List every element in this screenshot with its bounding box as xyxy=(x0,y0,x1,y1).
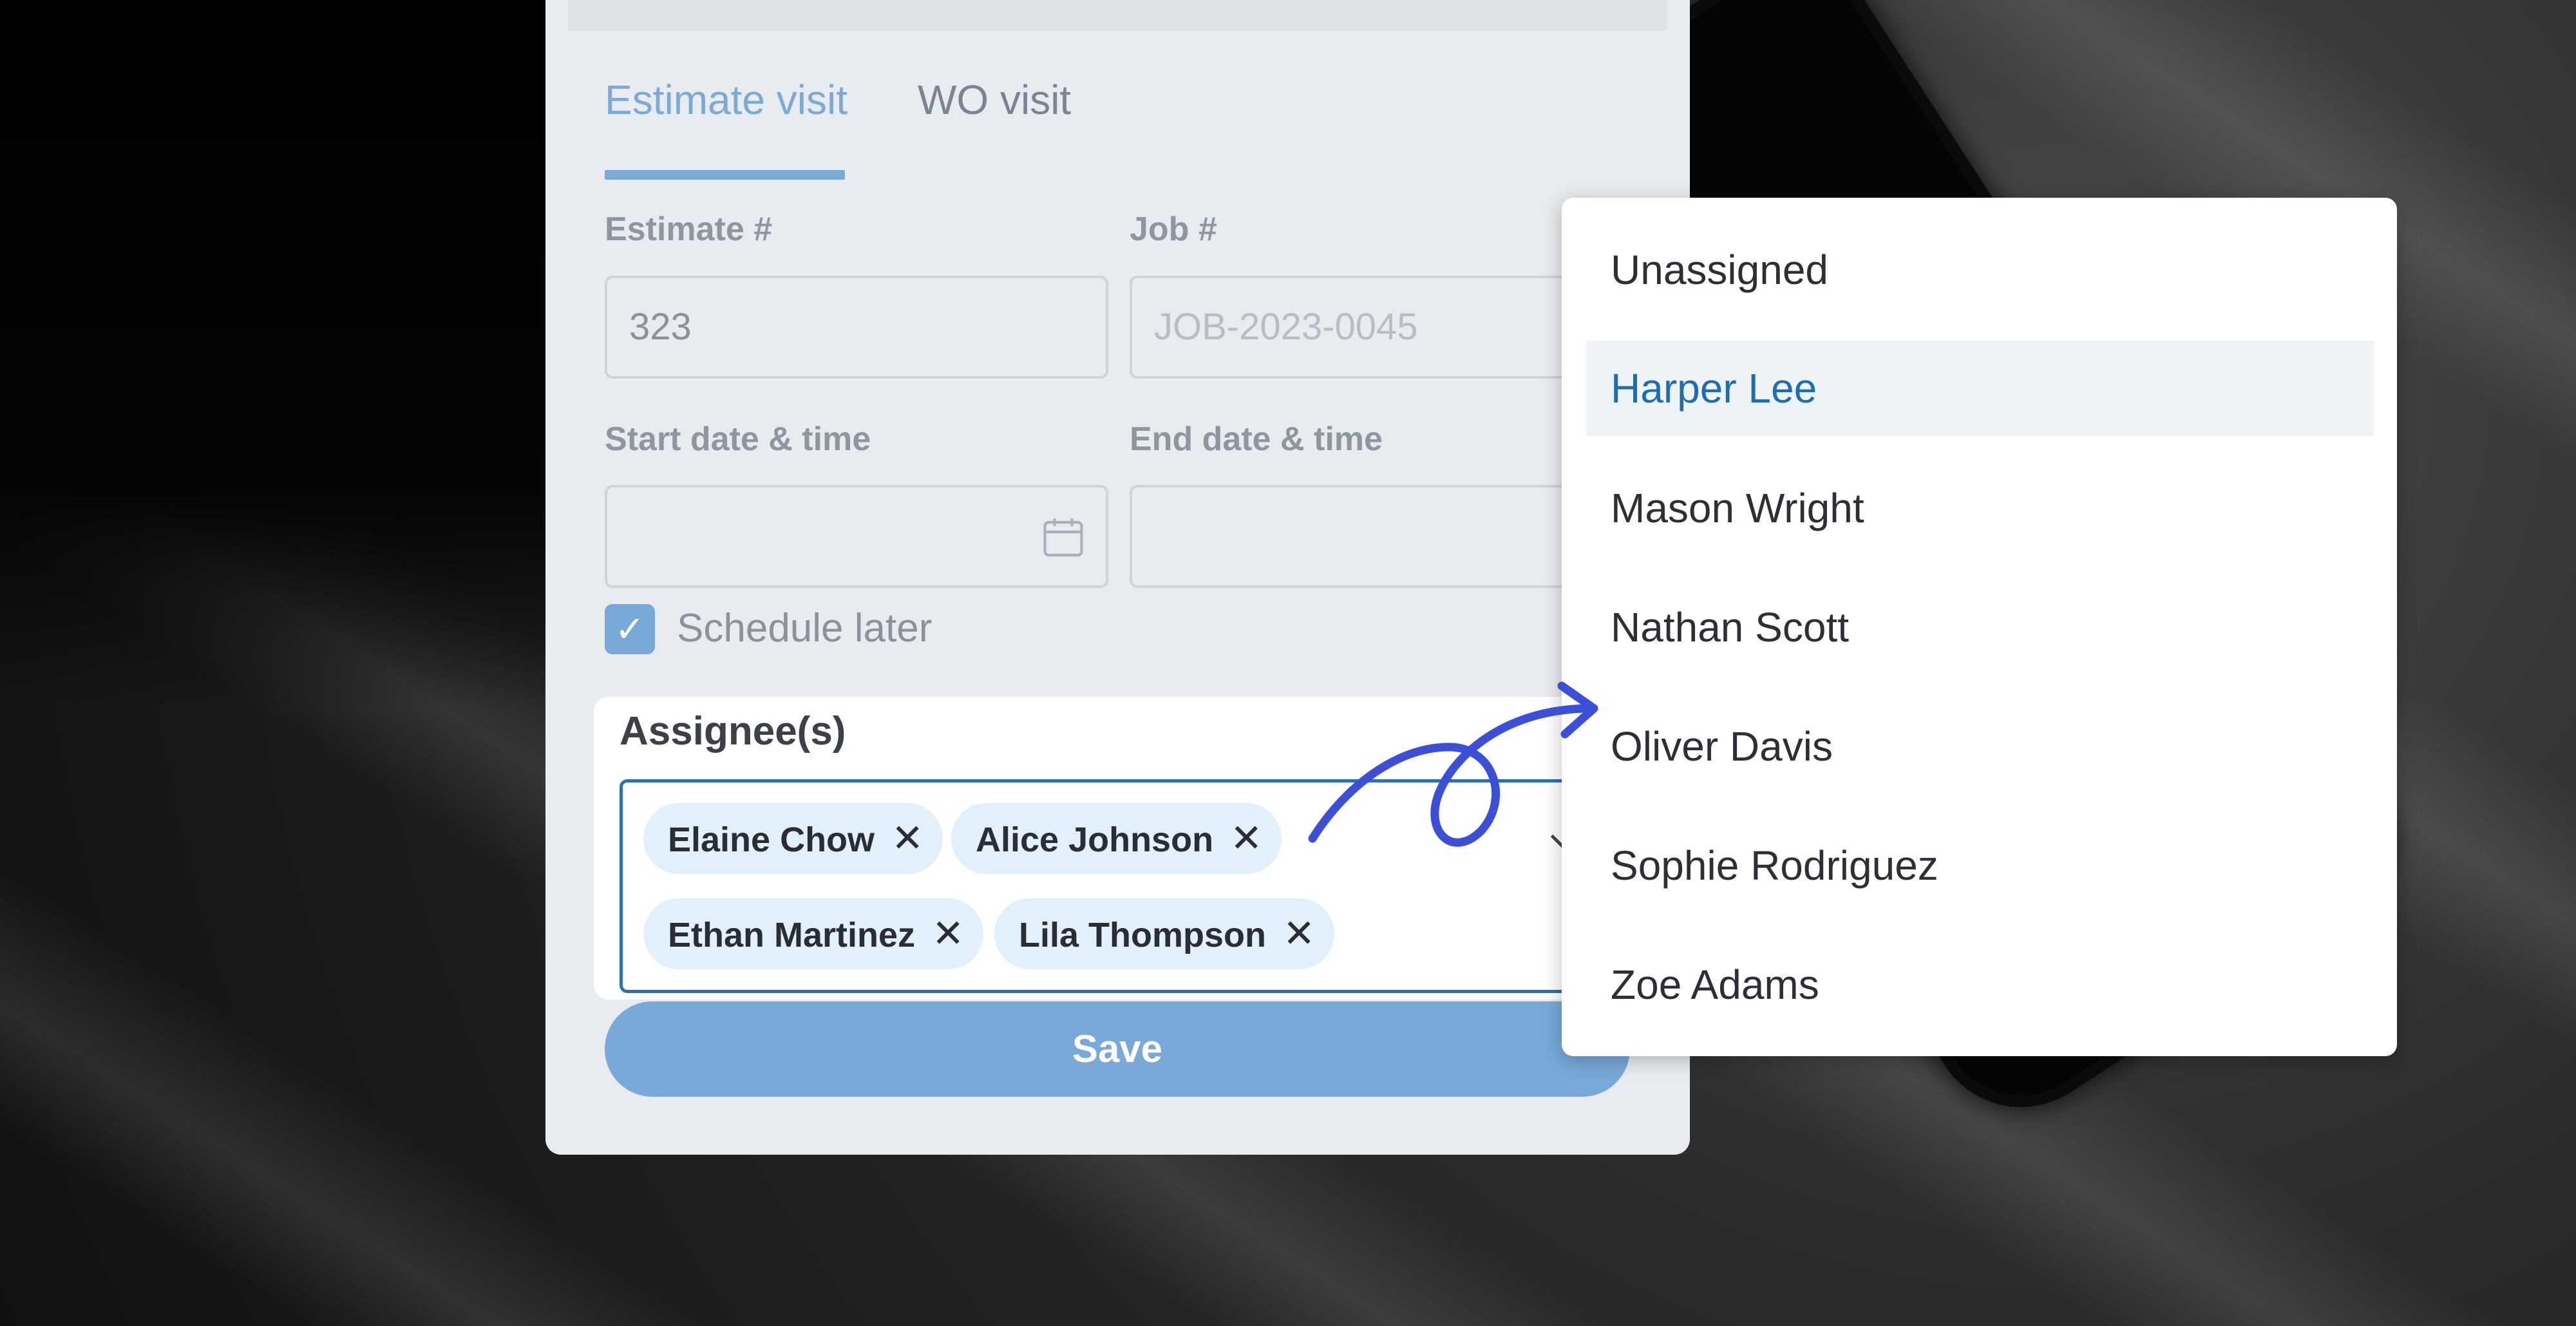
active-tab-indicator xyxy=(605,170,845,180)
dropdown-option-nathan-scott[interactable]: Nathan Scott xyxy=(1586,580,2374,675)
dropdown-option-sophie-rodriguez[interactable]: Sophie Rodriguez xyxy=(1586,818,2374,913)
close-icon[interactable]: ✕ xyxy=(1283,898,1315,969)
card-top-bar xyxy=(568,0,1667,31)
start-date-label: Start date & time xyxy=(605,421,871,458)
estimate-number-input[interactable]: 323 xyxy=(605,276,1108,379)
assignee-chip: Alice Johnson ✕ xyxy=(951,803,1282,874)
close-icon[interactable]: ✕ xyxy=(932,898,964,969)
tab-wo-visit[interactable]: WO visit xyxy=(918,76,1071,124)
job-number-input[interactable]: JOB-2023-0045 xyxy=(1130,276,1580,379)
dropdown-option-mason-wright[interactable]: Mason Wright xyxy=(1586,460,2374,556)
dropdown-option-harper-lee[interactable]: Harper Lee xyxy=(1586,341,2374,436)
calendar-icon[interactable] xyxy=(1040,515,1086,561)
job-number-label: Job # xyxy=(1130,211,1217,248)
start-date-input[interactable] xyxy=(605,485,1108,588)
chip-label: Lila Thompson xyxy=(1019,916,1266,954)
assignee-label: Assignee(s) xyxy=(620,709,846,753)
close-icon[interactable]: ✕ xyxy=(1230,803,1262,874)
dropdown-option-zoe-adams[interactable]: Zoe Adams xyxy=(1586,937,2374,1032)
tab-estimate-visit[interactable]: Estimate visit xyxy=(605,76,848,124)
assignee-chip: Elaine Chow ✕ xyxy=(643,803,943,874)
end-date-label: End date & time xyxy=(1130,421,1383,458)
save-button[interactable]: Save xyxy=(605,1001,1630,1097)
background-shadow xyxy=(0,0,547,708)
estimate-number-label: Estimate # xyxy=(605,211,773,248)
check-icon: ✓ xyxy=(614,609,645,649)
schedule-later-label: Schedule later xyxy=(677,606,933,650)
assignee-dropdown-menu: Unassigned Harper Lee Mason Wright Natha… xyxy=(1562,198,2397,1056)
chip-label: Ethan Martinez xyxy=(668,916,916,954)
assignee-chip: Lila Thompson ✕ xyxy=(994,898,1335,969)
curly-arrow-icon xyxy=(1308,681,1598,847)
dropdown-option-oliver-davis[interactable]: Oliver Davis xyxy=(1586,699,2374,794)
end-date-input[interactable] xyxy=(1130,485,1580,588)
dropdown-option-unassigned[interactable]: Unassigned xyxy=(1586,222,2374,317)
chip-label: Elaine Chow xyxy=(668,820,875,859)
schedule-later-checkbox[interactable]: ✓ xyxy=(605,604,655,654)
close-icon[interactable]: ✕ xyxy=(891,803,923,874)
assignee-chip: Ethan Martinez ✕ xyxy=(643,898,984,969)
chip-label: Alice Johnson xyxy=(976,820,1214,859)
